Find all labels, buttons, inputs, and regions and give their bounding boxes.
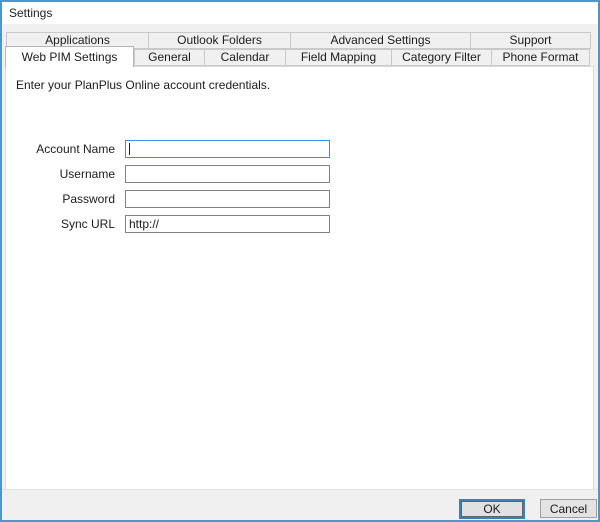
text-caret: [129, 143, 130, 155]
settings-dialog: Settings Applications Outlook Folders Ad…: [0, 0, 600, 522]
tab-category-filter[interactable]: Category Filter: [391, 49, 492, 66]
tab-web-pim-settings[interactable]: Web PIM Settings: [5, 46, 134, 67]
credentials-instruction: Enter your PlanPlus Online account crede…: [16, 78, 270, 92]
ok-button[interactable]: OK: [461, 501, 523, 517]
title-bar[interactable]: Settings: [2, 2, 598, 24]
sync-url-input[interactable]: [125, 215, 330, 233]
tab-page-panel: [5, 66, 594, 490]
password-input[interactable]: [125, 190, 330, 208]
tab-row-bottom: General Calendar Field Mapping Category …: [134, 49, 589, 66]
sync-url-label: Sync URL: [15, 217, 115, 231]
tab-advanced-settings[interactable]: Advanced Settings: [290, 32, 471, 49]
password-label: Password: [15, 192, 115, 206]
account-name-input[interactable]: [125, 140, 330, 158]
ok-button-focus-ring: OK: [459, 499, 525, 519]
tab-phone-format[interactable]: Phone Format: [491, 49, 590, 66]
cancel-button[interactable]: Cancel: [540, 499, 597, 518]
username-label: Username: [15, 167, 115, 181]
window-title: Settings: [9, 6, 52, 20]
tab-support[interactable]: Support: [470, 32, 591, 49]
username-input[interactable]: [125, 165, 330, 183]
account-name-label: Account Name: [15, 142, 115, 156]
tab-calendar[interactable]: Calendar: [204, 49, 286, 66]
tab-field-mapping[interactable]: Field Mapping: [285, 49, 392, 66]
tab-general[interactable]: General: [134, 49, 205, 66]
tab-outlook-folders[interactable]: Outlook Folders: [148, 32, 291, 49]
